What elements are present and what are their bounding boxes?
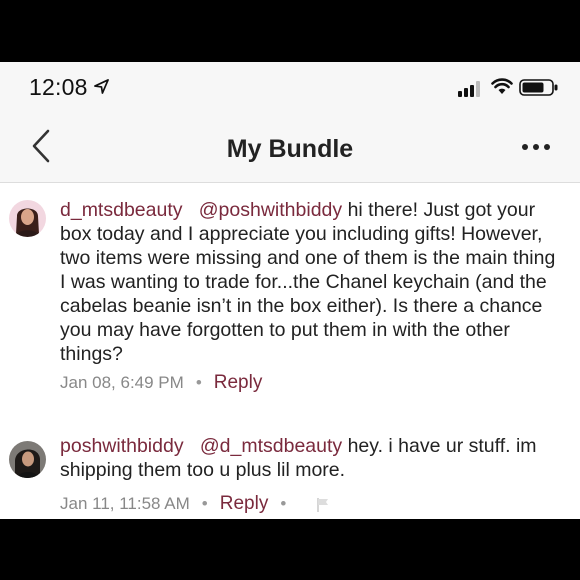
comment-timestamp: Jan 11, 11:58 AM <box>60 494 190 513</box>
comment-username[interactable]: poshwithbiddy <box>60 435 184 457</box>
separator-dot: • <box>201 494 208 513</box>
reply-button[interactable]: Reply <box>220 493 269 514</box>
page-title: My Bundle <box>226 135 354 163</box>
separator-dot: • <box>195 373 202 392</box>
app-screen: 12:08 My Bundle d_mtsdbeauty @poshwithbi… <box>0 62 580 519</box>
separator-dot: • <box>280 494 287 513</box>
comment-meta: Jan 08, 6:49 PM • Reply <box>60 372 262 394</box>
reply-button[interactable]: Reply <box>214 372 263 393</box>
more-options-button more-dots-icon[interactable] <box>520 142 552 152</box>
status-time: 12:08 <box>29 74 88 100</box>
comment-text: poshwithbiddy @d_mtsdbeauty hey. i have … <box>60 434 565 482</box>
comment-meta: Jan 11, 11:58 AM • Reply • <box>60 493 330 515</box>
comment-message: hi there! Just got your box today and I … <box>60 199 556 365</box>
nav-bar: My Bundle <box>0 112 580 183</box>
battery-icon <box>519 79 558 96</box>
comment-username[interactable]: d_mtsdbeauty <box>60 199 183 221</box>
avatar[interactable] <box>9 200 46 237</box>
flag-icon[interactable] <box>316 497 330 513</box>
location-arrow-icon <box>94 79 109 94</box>
cellular-signal-icon <box>458 81 484 97</box>
avatar[interactable] <box>9 441 46 478</box>
comment-mention[interactable]: @d_mtsdbeauty <box>200 435 342 457</box>
status-bar: 12:08 <box>0 62 580 112</box>
comment-text: d_mtsdbeauty @poshwithbiddy hi there! Ju… <box>60 198 565 366</box>
comment-timestamp: Jan 08, 6:49 PM <box>60 373 184 392</box>
comment-mention[interactable]: @poshwithbiddy <box>199 199 342 221</box>
wifi-icon <box>491 78 513 94</box>
